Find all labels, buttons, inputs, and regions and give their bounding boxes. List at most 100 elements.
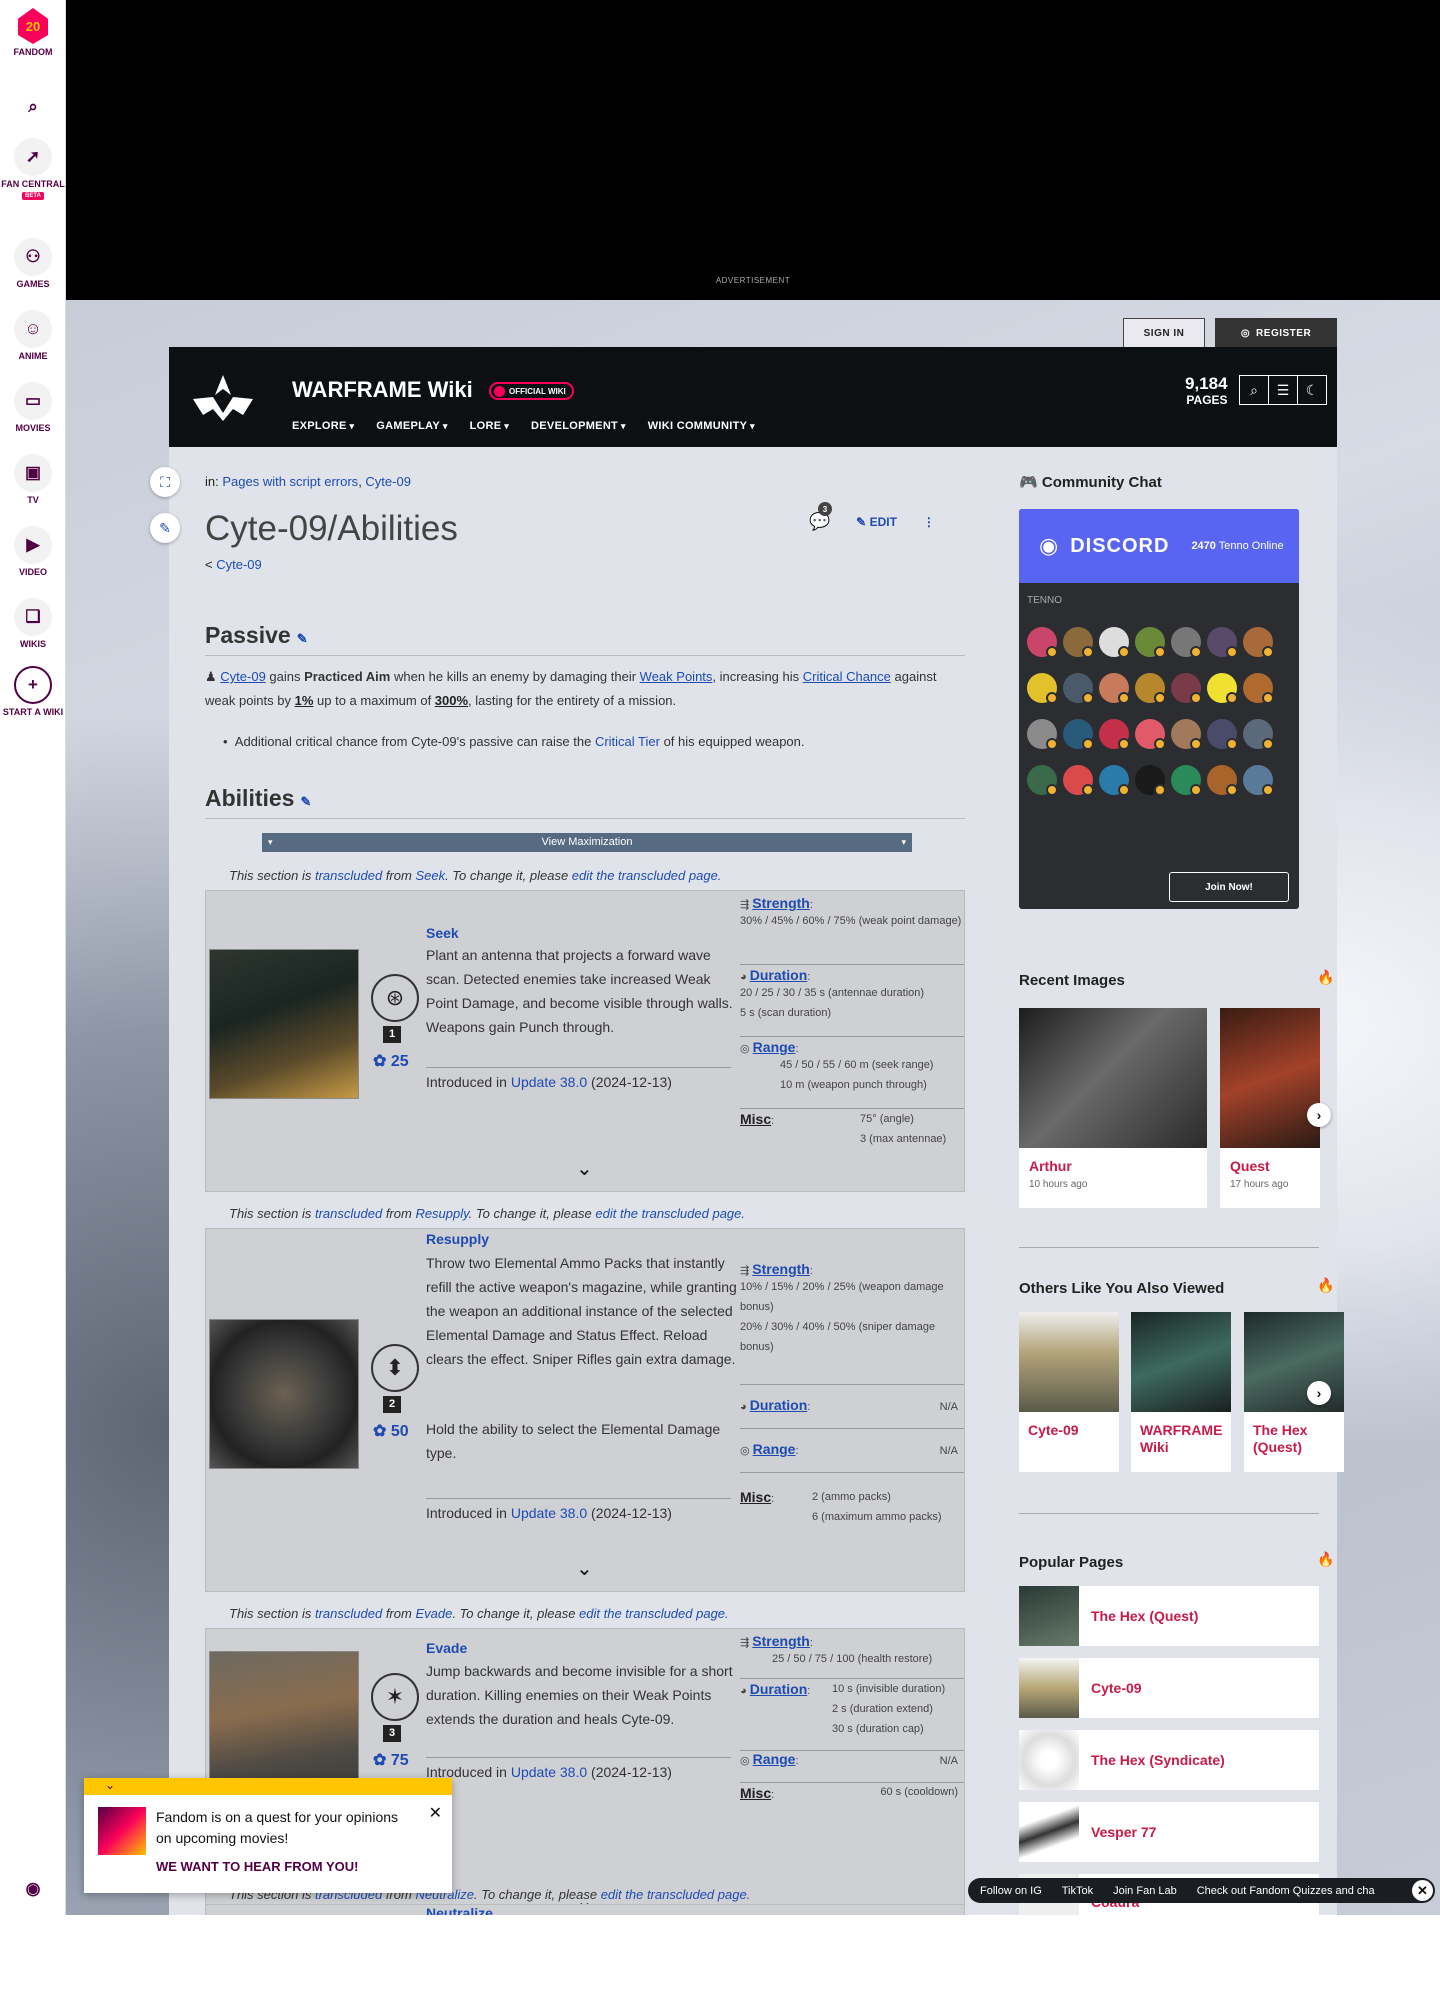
stat-label[interactable]: Duration (750, 1397, 808, 1413)
nav-gameplay[interactable]: GAMEPLAY (376, 420, 447, 432)
section-heading-passive: Passive ✎ (205, 622, 965, 656)
edit-section-icon[interactable]: ✎ (297, 631, 308, 646)
ticker-link[interactable]: Join Fan Lab (1113, 1885, 1177, 1897)
popular-page-item[interactable]: The Hex (Syndicate) (1019, 1730, 1319, 1790)
update-link[interactable]: Update 38.0 (511, 1764, 587, 1780)
parent-page-link[interactable]: Cyte-09 (216, 557, 262, 572)
recommended-thumb (1131, 1312, 1231, 1412)
rail-fan-central[interactable]: ➚ FAN CENTRAL BETA (0, 138, 66, 200)
category-link[interactable]: Cyte-09 (365, 474, 411, 489)
comments-button[interactable]: 💬 3 (809, 502, 832, 532)
official-wiki-label: OFFICIAL WIKI (509, 386, 566, 396)
cyte09-link[interactable]: Cyte-09 (220, 669, 266, 684)
rail-movies[interactable]: ▭ MOVIES (0, 382, 66, 433)
text: This section is (229, 1206, 315, 1221)
popular-page-item[interactable]: Cyte-09 (1019, 1658, 1319, 1718)
collapse-chevron-icon[interactable]: ⌄ (94, 1778, 126, 1795)
warframe-logo-icon[interactable] (183, 369, 263, 425)
recommended-title: Cyte-09 (1028, 1422, 1079, 1438)
rail-start-wiki[interactable]: + START A WIKI (0, 666, 66, 717)
transcluded-link[interactable]: transcluded (315, 868, 382, 883)
register-button[interactable]: ◎ REGISTER (1215, 318, 1337, 348)
stat-duration: ◕ Duration: 20 / 25 / 30 / 35 s (antennae… (740, 967, 964, 1037)
rail-account-button[interactable]: ◉ (0, 1870, 66, 1911)
source-page-link[interactable]: Resupply (415, 1206, 468, 1221)
critical-tier-link[interactable]: Critical Tier (595, 734, 660, 749)
recommended-card[interactable]: WARFRAME Wiki (1131, 1312, 1231, 1472)
weak-points-link[interactable]: Weak Points (640, 669, 713, 684)
ability-name-link[interactable]: Seek (426, 925, 459, 941)
recent-image-card[interactable]: Arthur 10 hours ago (1019, 1008, 1207, 1208)
expand-chevron-icon[interactable]: ⌄ (576, 1156, 593, 1181)
wiki-title[interactable]: WARFRAME Wiki (292, 377, 473, 403)
more-actions-icon[interactable]: ⋮ (923, 515, 935, 529)
ticker-link[interactable]: Follow on IG (980, 1885, 1042, 1897)
stat-label[interactable]: Strength (752, 1633, 810, 1649)
update-link[interactable]: Update 38.0 (511, 1505, 587, 1521)
sign-in-button[interactable]: SIGN IN (1123, 318, 1205, 348)
popular-page-item[interactable]: Vesper 77 (1019, 1802, 1319, 1862)
close-icon[interactable]: ✕ (1412, 1880, 1433, 1901)
transcluded-link[interactable]: transcluded (315, 1606, 382, 1621)
ability-name-link[interactable]: Resupply (426, 1231, 489, 1247)
stat-label[interactable]: Range (753, 1751, 796, 1767)
text: from (382, 868, 416, 883)
edit-section-icon[interactable]: ✎ (300, 794, 311, 809)
stat-label[interactable]: Duration (750, 967, 808, 983)
source-page-link[interactable]: Seek (415, 868, 445, 883)
edit-transcluded-link[interactable]: edit the transcluded page. (572, 868, 722, 883)
rail-search-button[interactable]: ⌕ (0, 88, 66, 129)
book-icon: ❑ (14, 598, 52, 636)
rail-label-tv: TV (27, 495, 39, 505)
wiki-search-button[interactable]: ⌕ (1239, 375, 1269, 405)
ticker-link[interactable]: TikTok (1062, 1885, 1093, 1897)
nav-development[interactable]: DEVELOPMENT (531, 420, 626, 432)
view-maximization-dropdown[interactable]: View Maximization (262, 833, 912, 852)
edit-button[interactable]: ✎ EDIT (856, 515, 897, 529)
rail-tv[interactable]: ▣ TV (0, 454, 66, 505)
expand-chevron-icon[interactable]: ⌄ (576, 1556, 593, 1581)
critical-chance-link[interactable]: Critical Chance (803, 669, 891, 684)
stat-label[interactable]: Duration (750, 1681, 808, 1697)
discussions-icon: ☰ (1276, 381, 1290, 398)
recommended-card[interactable]: Cyte-09 (1019, 1312, 1119, 1472)
fandom-home-link[interactable]: 20 FANDOM (0, 8, 66, 57)
side-edit-button[interactable]: ✎ (150, 513, 180, 543)
edit-transcluded-link[interactable]: edit the transcluded page. (601, 1887, 751, 1902)
discussions-button[interactable]: ☰ (1268, 375, 1298, 405)
recent-image-title: Arthur (1029, 1158, 1072, 1174)
nav-lore[interactable]: LORE (470, 420, 509, 432)
stat-value: 10 m (weapon punch through) (780, 1079, 927, 1091)
recent-image-card[interactable]: Quest 17 hours ago (1220, 1008, 1320, 1208)
theme-toggle-button[interactable]: ☾ (1297, 375, 1327, 405)
stat-label[interactable]: Range (753, 1039, 796, 1055)
stat-label[interactable]: Range (753, 1441, 796, 1457)
edit-transcluded-link[interactable]: edit the transcluded page. (595, 1206, 745, 1221)
source-page-link[interactable]: Evade (415, 1606, 452, 1621)
rail-anime[interactable]: ☺ ANIME (0, 310, 66, 361)
transcluded-link[interactable]: transcluded (315, 1206, 382, 1221)
beta-badge: BETA (22, 192, 44, 200)
category-link[interactable]: Pages with script errors (222, 474, 358, 489)
popular-page-item[interactable]: The Hex (Quest) (1019, 1586, 1319, 1646)
nav-wiki-community[interactable]: WIKI COMMUNITY (648, 420, 755, 432)
edit-transcluded-link[interactable]: edit the transcluded page. (579, 1606, 729, 1621)
breadcrumb: < Cyte-09 (205, 557, 262, 572)
fullscreen-button[interactable]: ⛶ (150, 467, 180, 497)
rail-video[interactable]: ▶ VIDEO (0, 526, 66, 577)
close-icon[interactable]: ✕ (429, 1803, 442, 1823)
top-ad-slot: ADVERTISEMENT (66, 0, 1440, 300)
ticker-link[interactable]: Check out Fandom Quizzes and cha (1197, 1885, 1375, 1897)
recent-images-heading: Recent Images (1019, 972, 1125, 989)
ability-name-link[interactable]: Evade (426, 1640, 467, 1656)
carousel-next-icon[interactable]: › (1307, 1381, 1331, 1405)
rail-games[interactable]: ⚇ GAMES (0, 238, 66, 289)
stat-label[interactable]: Strength (752, 1261, 810, 1277)
stat-label[interactable]: Strength (752, 895, 810, 911)
nav-explore[interactable]: EXPLORE (292, 420, 354, 432)
rail-wikis[interactable]: ❑ WIKIS (0, 598, 66, 649)
update-link[interactable]: Update 38.0 (511, 1074, 587, 1090)
survey-cta-link[interactable]: WE WANT TO HEAR FROM YOU! (156, 1859, 358, 1874)
carousel-next-icon[interactable]: › (1307, 1103, 1331, 1127)
discord-join-button[interactable]: Join Now! (1169, 872, 1289, 902)
